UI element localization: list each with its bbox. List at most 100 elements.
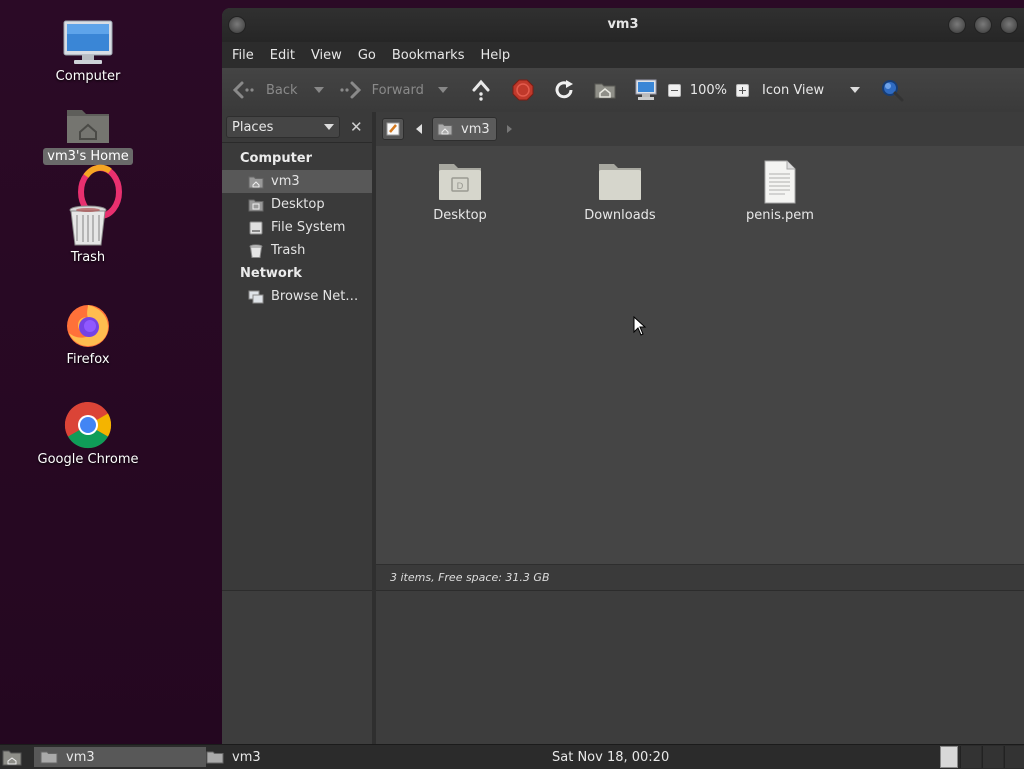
window-title: vm3 — [607, 17, 639, 32]
home-icon — [248, 176, 264, 188]
menu-file[interactable]: File — [226, 48, 260, 63]
back-button[interactable]: Back — [232, 75, 298, 105]
desktop-icon-trash[interactable]: Trash — [28, 203, 148, 266]
search-icon[interactable] — [880, 78, 904, 102]
sidebar-item-browse-network[interactable]: Browse Net… — [222, 285, 372, 308]
drive-icon — [249, 221, 263, 234]
home-folder-icon — [67, 110, 109, 143]
path-segment-vm3[interactable]: vm3 — [432, 117, 497, 141]
pencil-icon — [386, 122, 400, 136]
mouse-cursor-icon — [633, 316, 647, 336]
sidebar-empty-area — [222, 590, 372, 744]
path-segment-label: vm3 — [461, 121, 490, 137]
desktop-icon-label: Firefox — [66, 352, 110, 367]
workspace-4[interactable] — [1004, 746, 1024, 768]
view-mode-select[interactable]: Icon View — [762, 82, 861, 98]
path-left-arrow-icon[interactable] — [416, 124, 422, 134]
desktop-folder-icon — [248, 199, 264, 211]
sidebar-item-vm3[interactable]: vm3 — [222, 170, 372, 193]
file-manager-launcher-icon[interactable] — [2, 748, 22, 766]
close-sidebar-icon[interactable]: ✕ — [350, 118, 363, 136]
reload-icon[interactable] — [553, 79, 575, 101]
window-lower-area — [376, 590, 1024, 744]
text-file-icon — [764, 160, 796, 204]
minimize-button[interactable] — [948, 16, 966, 34]
sidebar-item-desktop[interactable]: Desktop — [222, 193, 372, 216]
sidebar-item-trash[interactable]: Trash — [222, 239, 372, 262]
back-history-dropdown[interactable] — [313, 87, 324, 93]
back-arrow-icon — [232, 81, 254, 99]
forward-label: Forward — [371, 82, 424, 98]
file-name: Downloads — [584, 208, 656, 223]
computer-icon[interactable] — [634, 79, 658, 101]
sidebar-item-label: File System — [271, 220, 346, 235]
toolbar: Back Forward 100% Icon View — [222, 68, 1024, 113]
home-icon — [437, 123, 453, 136]
up-icon[interactable] — [470, 79, 492, 101]
workspace-3[interactable] — [982, 746, 1003, 768]
sidebar-item-label: vm3 — [271, 174, 300, 189]
statusbar: 3 items, Free space: 31.3 GB — [376, 564, 1024, 590]
taskbar-item-label: vm3 — [66, 749, 95, 765]
zoom-out-icon[interactable] — [667, 83, 681, 97]
desktop-icon-chrome[interactable]: Google Chrome — [28, 401, 148, 468]
menubar: File Edit View Go Bookmarks Help — [222, 42, 1024, 68]
file-name: penis.pem — [746, 208, 814, 223]
taskbar-item-vm3[interactable]: vm3 — [206, 747, 366, 767]
chevron-down-icon — [324, 124, 334, 130]
menu-go[interactable]: Go — [352, 48, 382, 63]
places-header: Places ✕ — [222, 112, 372, 143]
menu-edit[interactable]: Edit — [264, 48, 301, 63]
trash-icon — [69, 205, 107, 246]
maximize-button[interactable] — [974, 16, 992, 34]
sidebar: Places ✕ Computer vm3 Desktop File Syste… — [222, 112, 376, 744]
file-manager-window: vm3 File Edit View Go Bookmarks Help Bac… — [222, 8, 1024, 744]
taskbar-item-label: vm3 — [232, 749, 261, 765]
sidebar-section-network: Network — [240, 266, 302, 281]
sidebar-item-label: Trash — [271, 243, 306, 258]
workspace-2[interactable] — [960, 746, 981, 768]
desktop-icon-label: Computer — [55, 69, 121, 84]
sidebar-section-computer: Computer — [240, 151, 313, 166]
trash-icon — [249, 244, 263, 258]
desktop-icon-label: Trash — [70, 250, 106, 265]
chrome-icon — [64, 401, 112, 449]
menu-view[interactable]: View — [305, 48, 348, 63]
menu-help[interactable]: Help — [474, 48, 516, 63]
computer-icon — [63, 20, 113, 64]
places-select[interactable]: Places — [226, 116, 340, 138]
clock[interactable]: Sat Nov 18, 00:20 — [552, 747, 669, 767]
desktop-icon-home[interactable]: vm3's Home — [28, 104, 148, 165]
desktop-icon-computer[interactable]: Computer — [28, 20, 148, 85]
view-mode-label: Icon View — [762, 82, 825, 98]
file-item-desktop[interactable]: D Desktop — [400, 160, 520, 223]
menu-bookmarks[interactable]: Bookmarks — [386, 48, 471, 63]
file-item-downloads[interactable]: Downloads — [560, 160, 680, 223]
chevron-down-icon — [850, 87, 861, 93]
window-titlebar[interactable]: vm3 — [222, 8, 1024, 42]
network-icon — [248, 290, 264, 303]
file-name: Desktop — [433, 208, 487, 223]
folder-icon — [599, 164, 641, 200]
path-right-arrow-icon[interactable] — [506, 125, 512, 133]
close-button[interactable] — [1000, 16, 1018, 34]
desktop-folder-icon: D — [439, 164, 481, 200]
file-view[interactable]: D Desktop Downloads penis.pem — [376, 146, 1024, 564]
file-item-pem[interactable]: penis.pem — [720, 160, 840, 223]
edit-location-button[interactable] — [382, 118, 404, 140]
places-label: Places — [232, 119, 274, 135]
taskbar-item-vm3-active[interactable]: vm3 — [34, 747, 206, 767]
workspace-1[interactable] — [940, 746, 958, 768]
forward-history-dropdown[interactable] — [437, 87, 448, 93]
firefox-icon — [67, 305, 109, 347]
zoom-in-icon[interactable] — [736, 83, 750, 97]
home-icon[interactable] — [594, 80, 616, 100]
home-icon — [40, 751, 58, 764]
svg-text:D: D — [457, 182, 464, 192]
desktop-icon-firefox[interactable]: Firefox — [28, 301, 148, 368]
home-icon — [206, 751, 224, 764]
sidebar-item-file-system[interactable]: File System — [222, 216, 372, 239]
forward-button[interactable]: Forward — [338, 75, 424, 105]
stop-icon[interactable] — [512, 79, 534, 101]
taskbar: vm3 vm3 Sat Nov 18, 00:20 — [0, 744, 1024, 769]
